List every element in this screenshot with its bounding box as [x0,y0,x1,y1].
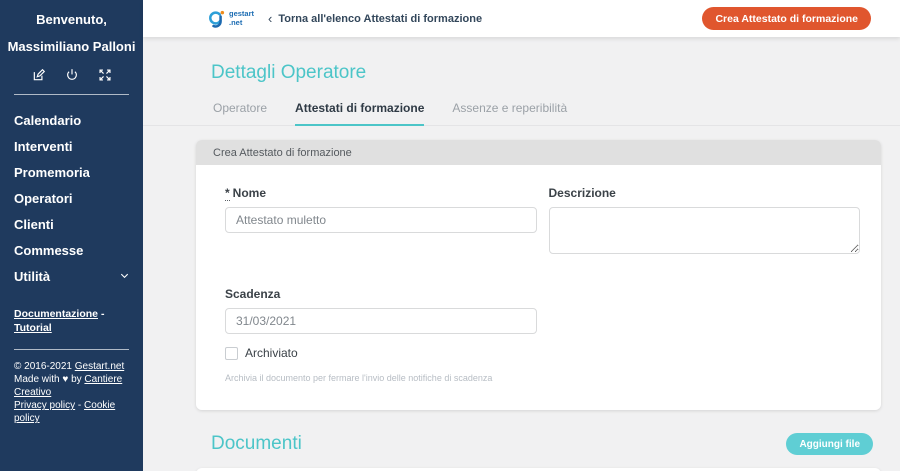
tabs: Operatore Attestati di formazione Assenz… [143,101,900,126]
policies-line: Privacy policy - Cookie policy [14,399,129,425]
card-header: Crea Attestato di formazione [196,140,881,165]
page-content: Dettagli Operatore Operatore Attestati d… [143,37,900,471]
form-row-2: Scadenza [225,287,860,334]
sidebar-item-utilita[interactable]: Utilità [0,263,143,289]
documentazione-link[interactable]: Documentazione [14,308,98,320]
welcome-text: Benvenuto, [0,13,143,26]
nome-input[interactable] [225,207,537,233]
tutorial-link[interactable]: Tutorial [14,322,52,334]
archiviato-help-text: Archivia il documento per fermare l'invi… [225,373,860,383]
form-spacer [549,287,861,334]
sidebar-menu: Calendario Interventi Promemoria Operato… [0,107,143,289]
sidebar-divider [14,94,129,95]
form-row-1: *Nome Descrizione [225,186,860,254]
power-icon[interactable] [65,68,79,82]
doc-links: Documentazione - Tutorial [0,308,143,335]
user-name: Massimiliano Palloni [0,40,143,53]
required-mark: * [225,186,230,201]
documents-header: Documenti Aggiungi file [211,433,873,455]
privacy-policy-link[interactable]: Privacy policy [14,400,75,411]
archiviato-label: Archiviato [245,346,298,360]
tab-operatore[interactable]: Operatore [213,101,267,126]
card-body: *Nome Descrizione Scadenza [196,165,881,410]
edit-icon[interactable] [32,68,46,82]
page-title: Dettagli Operatore [211,62,900,84]
add-file-button[interactable]: Aggiungi file [786,433,873,455]
tab-attestati-di-formazione[interactable]: Attestati di formazione [295,101,424,126]
top-bar: gestart .net ‹ Torna all'elenco Attestat… [143,0,900,37]
create-attestato-button[interactable]: Crea Attestato di formazione [702,7,871,30]
scadenza-input[interactable] [225,308,537,334]
sidebar-item-operatori[interactable]: Operatori [0,185,143,211]
main-area: gestart .net ‹ Torna all'elenco Attestat… [143,0,900,471]
sidebar-item-commesse[interactable]: Commesse [0,237,143,263]
scadenza-field-group: Scadenza [225,287,537,334]
chevron-down-icon [119,269,130,284]
logo-g-icon [206,9,226,29]
sidebar-actions [0,68,143,82]
expand-icon[interactable] [98,68,112,82]
welcome-block: Benvenuto, Massimiliano Palloni [0,0,143,53]
nome-field-group: *Nome [225,186,537,254]
gestart-logo[interactable]: gestart .net [206,9,254,29]
sidebar-item-interventi[interactable]: Interventi [0,133,143,159]
scadenza-label: Scadenza [225,287,537,301]
copyright-line: © 2016-2021 Gestart.net [14,360,129,373]
logo-text: gestart .net [229,10,254,27]
tab-assenze-e-reperibilita[interactable]: Assenze e reperibilità [452,101,567,126]
back-chevron-icon: ‹ [268,12,272,25]
archiviato-checkbox[interactable] [225,347,238,360]
breadcrumb-label: Torna all'elenco Attestati di formazione [278,13,482,25]
documents-title: Documenti [211,433,302,455]
breadcrumb[interactable]: ‹ Torna all'elenco Attestati di formazio… [268,12,482,25]
archiviato-check-row[interactable]: Archiviato [225,346,860,360]
descrizione-field-group: Descrizione [549,186,861,254]
sidebar-footer: © 2016-2021 Gestart.net Made with ♥ by C… [0,360,143,425]
gestart-link[interactable]: Gestart.net [75,361,124,372]
sidebar: Benvenuto, Massimiliano Palloni Calendar… [0,0,143,471]
descrizione-label: Descrizione [549,186,861,200]
crea-attestato-card: Crea Attestato di formazione *Nome Descr… [196,140,881,410]
sidebar-item-calendario[interactable]: Calendario [0,107,143,133]
sidebar-item-promemoria[interactable]: Promemoria [0,159,143,185]
descrizione-textarea[interactable] [549,207,861,254]
nome-label: *Nome [225,186,537,200]
sidebar-divider-2 [14,349,129,350]
sidebar-item-clienti[interactable]: Clienti [0,211,143,237]
madewith-line: Made with ♥ by Cantiere Creativo [14,373,129,399]
link-separator: - [101,308,105,320]
